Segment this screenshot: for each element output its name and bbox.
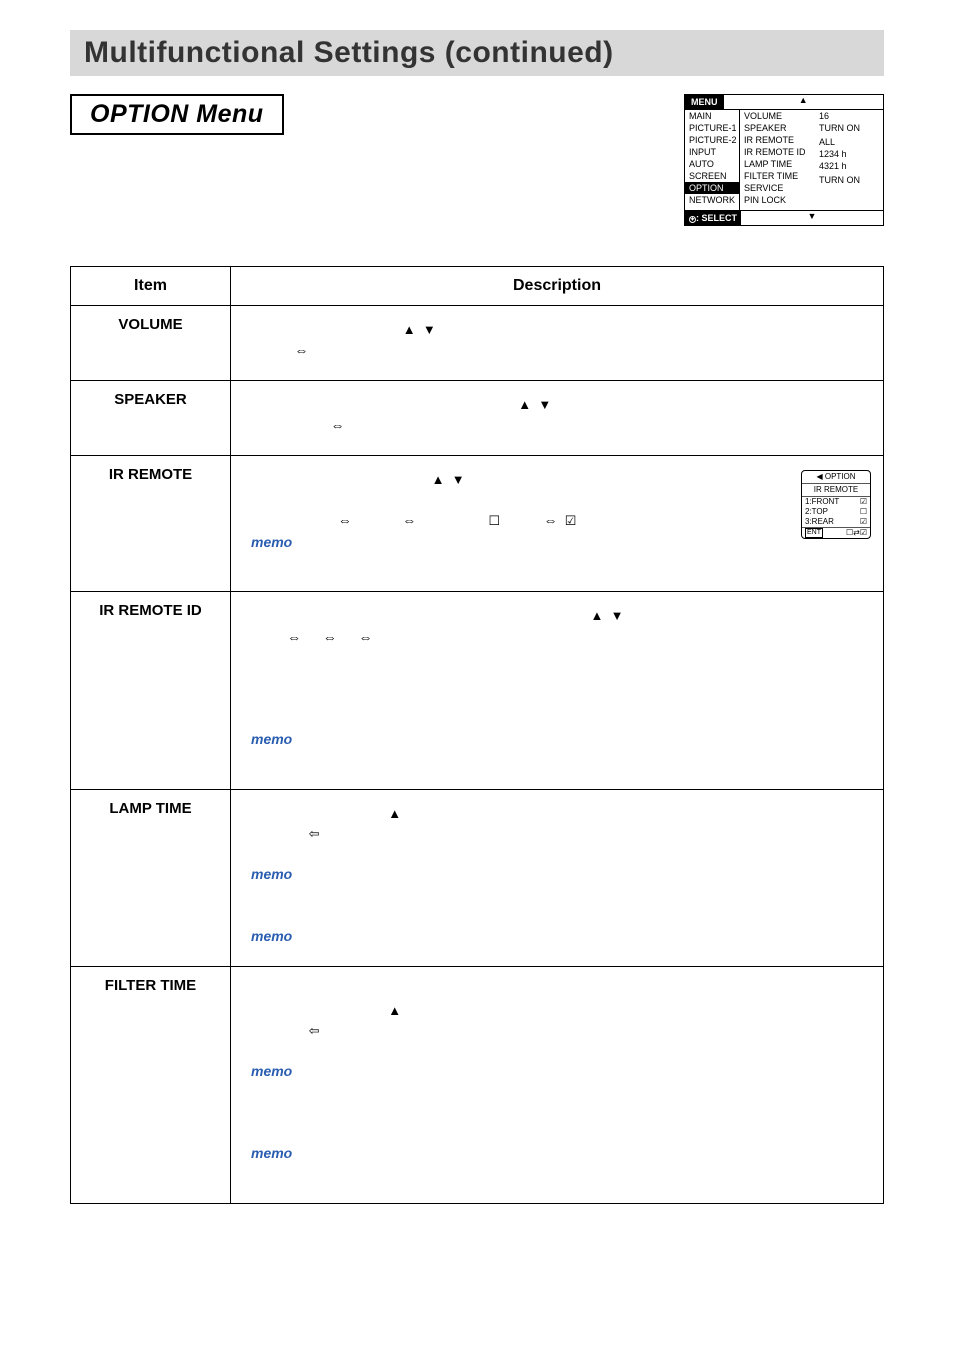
ir-submenu-back: ◀ OPTION [802,471,870,484]
memo-label: memo [251,866,292,882]
desc-icons: ▲ ▼ [251,395,863,415]
ir-remote-submenu: ◀ OPTION IR REMOTE 1:FRONT☑2:TOP☐3:REAR☑… [801,470,871,539]
osd-scroll-up-icon: ▲ [724,95,884,109]
item-description: ◀ OPTION IR REMOTE 1:FRONT☑2:TOP☐3:REAR☑… [231,455,884,592]
desc-icons: ▲ ▼ [251,606,863,626]
col-header-item: Item [71,267,231,306]
item-name: VOLUME [71,306,231,381]
ir-submenu-row: 1:FRONT☑ [802,497,870,507]
osd-item: 4321 h [815,160,883,172]
table-row: IR REMOTE ID ▲ ▼ ⇔ ⇔ ⇔ memo [71,592,884,789]
table-row: FILTER TIME ▲ ⇦ memo memo [71,966,884,1204]
osd-item: SCREEN [685,170,739,182]
item-description: ▲ ▼ ⇔ [231,380,884,455]
item-name: IR REMOTE ID [71,592,231,789]
table-row: SPEAKER ▲ ▼ ⇔ [71,380,884,455]
table-row: VOLUME ▲ ▼ ⇔ [71,306,884,381]
osd-item: SERVICE [740,182,815,194]
item-description: ▲ ⇦ memo memo [231,966,884,1204]
osd-item: 1234 h [815,148,883,160]
osd-item: LAMP TIME [740,158,815,170]
osd-item: TURN ON [815,122,883,134]
osd-item: TURN ON [815,174,883,186]
memo-label: memo [251,928,292,944]
ir-submenu-row: 3:REAR☑ [802,517,870,527]
page-title: Multifunctional Settings (continued) [84,36,870,70]
osd-item: 16 [815,110,883,122]
osd-item: PICTURE-1 [685,122,739,134]
desc-icons: ▲ ▼ [251,470,863,490]
memo-label: memo [251,731,292,747]
table-row: IR REMOTE ◀ OPTION IR REMOTE 1:FRONT☑2:T… [71,455,884,592]
desc-icons: ⇦ [251,1021,863,1041]
desc-icons: ▲ ▼ [251,320,863,340]
desc-icons: ▲ [251,1001,863,1021]
desc-icons: ⇔ ⇔ ⇔ [251,627,863,649]
desc-icons: ⇦ [251,824,863,844]
osd-item: VOLUME [740,110,815,122]
item-name: FILTER TIME [71,966,231,1204]
table-row: LAMP TIME ▲ ⇦ memo memo [71,789,884,966]
item-description: ▲ ⇦ memo memo [231,789,884,966]
osd-preview: MENU ▲ MAINPICTURE-1PICTURE-2INPUTAUTOSC… [684,94,884,226]
item-name: LAMP TIME [71,789,231,966]
osd-item: SPEAKER [740,122,815,134]
osd-item: IR REMOTE [740,134,815,146]
option-menu-heading: OPTION Menu [70,94,284,135]
col-header-desc: Description [231,267,884,306]
osd-item: NETWORK [685,194,739,206]
osd-item: MAIN [685,110,739,122]
osd-scroll-down-icon: ▼ [741,211,883,225]
memo-label: memo [251,534,292,550]
ir-submenu-title: IR REMOTE [802,484,870,497]
item-name: SPEAKER [71,380,231,455]
desc-icons: ▲ [251,804,863,824]
osd-select-tab: ✦: SELECT [685,211,741,225]
item-description: ▲ ▼ ⇔ [231,306,884,381]
osd-item: PICTURE-2 [685,134,739,146]
desc-icons: ⇔ ⇔ ☐ ⇔ ☑ [251,510,863,532]
ir-submenu-row: 2:TOP☐ [802,507,870,517]
osd-item: INPUT [685,146,739,158]
osd-item: PIN LOCK [740,194,815,206]
osd-item: AUTO [685,158,739,170]
osd-item: ALL [815,136,883,148]
osd-item: FILTER TIME [740,170,815,182]
osd-item: OPTION [685,182,739,194]
item-description: ▲ ▼ ⇔ ⇔ ⇔ memo [231,592,884,789]
desc-icons: ⇔ [251,415,863,437]
settings-table: Item Description VOLUME ▲ ▼ ⇔SPEAKER ▲ ▼ [70,266,884,1204]
memo-label: memo [251,1063,292,1079]
item-name: IR REMOTE [71,455,231,592]
osd-item: IR REMOTE ID [740,146,815,158]
page-title-bar: Multifunctional Settings (continued) [70,30,884,76]
desc-icons: ⇔ [251,340,863,362]
memo-label: memo [251,1145,292,1161]
osd-menu-tab: MENU [685,95,724,109]
